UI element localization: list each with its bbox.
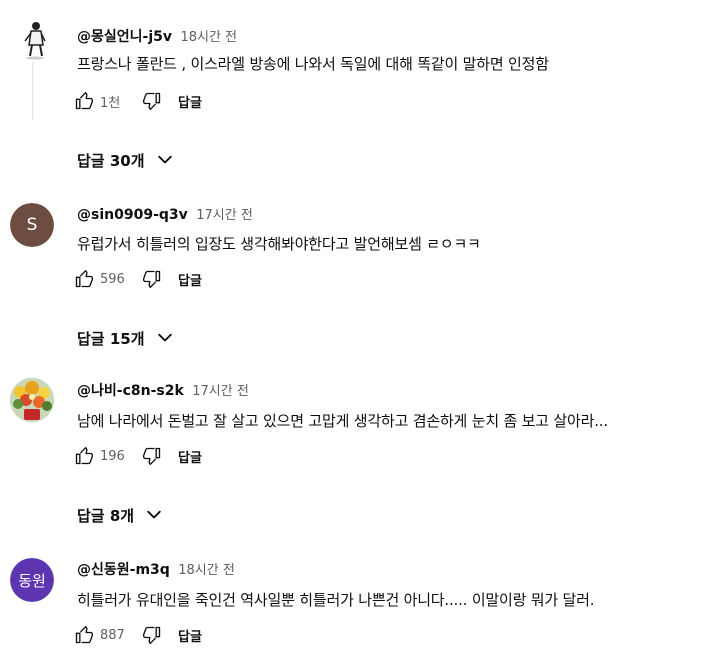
comment-time[interactable]: 18시간 전 <box>180 30 237 45</box>
comment: @나비-c8n-s2k 17시간 전 남에 나라에서 돈벌고 잘 살고 있으면 … <box>0 360 714 535</box>
comment-text: 유럽가서 히틀러의 입장도 생각해봐야한다고 발언해보셈 ㄹㅇㅋㅋ <box>77 235 481 253</box>
reply-button[interactable]: 답글 <box>178 626 202 645</box>
comment: S @sin0909-q3v 17시간 전 유럽가서 히틀러의 입장도 생각해봐… <box>0 185 714 360</box>
author-line: @나비-c8n-s2k 17시간 전 <box>77 380 249 400</box>
replies-count-label: 답글 30개 <box>77 151 145 170</box>
reply-button[interactable]: 답글 <box>178 447 202 466</box>
chevron-down-icon <box>147 510 161 519</box>
comment-text: 남에 나라에서 돈벌고 잘 살고 있으면 고맙게 생각하고 겸손하게 눈치 좀 … <box>77 412 608 430</box>
author-name[interactable]: @sin0909-q3v <box>77 207 188 223</box>
dislike-button[interactable] <box>138 265 166 293</box>
dislike-button[interactable] <box>138 87 166 115</box>
like-icon <box>75 626 94 644</box>
like-button[interactable] <box>70 442 98 470</box>
like-button[interactable] <box>70 621 98 649</box>
figure-avatar-image <box>10 18 54 62</box>
comment-actions: 887 답글 <box>70 621 202 649</box>
like-button[interactable] <box>70 265 98 293</box>
flowers-avatar-image <box>10 378 54 422</box>
dislike-icon <box>143 447 161 465</box>
avatar[interactable] <box>10 18 54 62</box>
like-count: 887 <box>100 627 125 643</box>
like-icon <box>75 92 94 110</box>
comment-actions: 1천 답글 <box>70 87 202 115</box>
comment: 동원 @신동원-m3q 18시간 전 히틀러가 유대인을 죽인건 역사일뿐 히틀… <box>0 535 714 652</box>
comment-text: 히틀러가 유대인을 죽인건 역사일뿐 히틀러가 나쁜건 아니다..... 이말이… <box>77 591 595 609</box>
like-icon <box>75 447 94 465</box>
comments-section: @몽실언니-j5v 18시간 전 프랑스나 폴란드 , 이스라엘 방송에 나와서… <box>0 0 714 652</box>
like-count: 1천 <box>100 95 121 111</box>
view-replies-button[interactable]: 답글 15개 <box>77 326 175 350</box>
comment-time[interactable]: 17시간 전 <box>196 208 253 223</box>
like-count: 196 <box>100 448 125 464</box>
comment-time[interactable]: 17시간 전 <box>192 384 249 399</box>
view-replies-button[interactable]: 답글 8개 <box>77 503 164 527</box>
avatar-letter: S <box>26 215 38 235</box>
comment-time[interactable]: 18시간 전 <box>178 563 235 578</box>
reply-button[interactable]: 답글 <box>178 92 202 111</box>
dislike-icon <box>143 270 161 288</box>
author-name[interactable]: @나비-c8n-s2k <box>77 383 184 399</box>
replies-count-label: 답글 15개 <box>77 329 145 348</box>
like-count: 596 <box>100 271 125 287</box>
view-replies-button[interactable]: 답글 30개 <box>77 148 175 172</box>
author-line: @sin0909-q3v 17시간 전 <box>77 204 253 223</box>
author-line: @몽실언니-j5v 18시간 전 <box>77 26 237 46</box>
dislike-icon <box>143 626 161 644</box>
comment-actions: 196 답글 <box>70 442 202 470</box>
comment: @몽실언니-j5v 18시간 전 프랑스나 폴란드 , 이스라엘 방송에 나와서… <box>0 0 714 185</box>
avatar[interactable]: S <box>10 203 54 247</box>
avatar-letter: 동원 <box>18 571 46 590</box>
avatar[interactable] <box>10 378 54 422</box>
dislike-button[interactable] <box>138 442 166 470</box>
chevron-down-icon <box>157 333 172 342</box>
author-line: @신동원-m3q 18시간 전 <box>77 559 235 579</box>
like-button[interactable] <box>70 87 98 115</box>
comment-text: 프랑스나 폴란드 , 이스라엘 방송에 나와서 독일에 대해 똑같이 말하면 인… <box>77 55 549 73</box>
dislike-icon <box>143 92 161 110</box>
author-name[interactable]: @신동원-m3q <box>77 562 170 578</box>
replies-count-label: 답글 8개 <box>77 506 135 525</box>
like-icon <box>75 270 94 288</box>
author-name[interactable]: @몽실언니-j5v <box>77 29 172 45</box>
chevron-down-icon <box>157 155 172 164</box>
avatar[interactable]: 동원 <box>10 558 54 602</box>
dislike-button[interactable] <box>138 621 166 649</box>
reply-button[interactable]: 답글 <box>178 270 202 289</box>
comment-actions: 596 답글 <box>70 265 202 293</box>
